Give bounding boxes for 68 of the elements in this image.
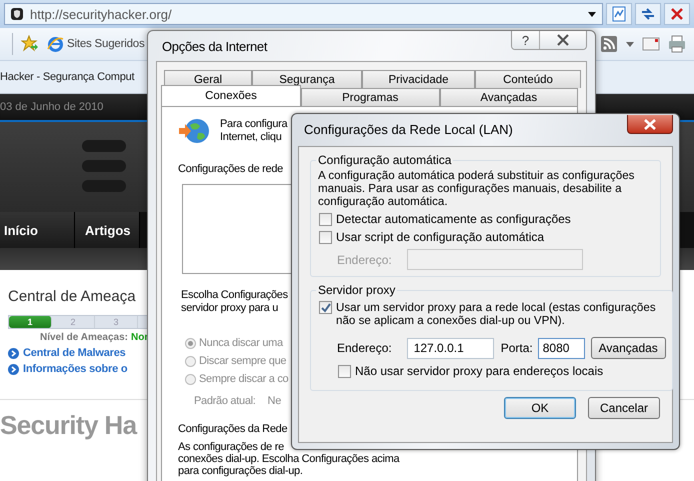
description-text: As configurações de re — [178, 441, 285, 453]
tab[interactable]: Privacidade — [362, 70, 475, 88]
browser-icon — [47, 36, 64, 52]
description-text: A configuração automática poderá substituir as configurações manuais. Para usar as configurações manuais, desabilite a configuração automática. — [318, 169, 636, 208]
close-icon[interactable] — [540, 31, 586, 49]
field-label: Endereço: — [337, 341, 392, 355]
site-link[interactable]: Informações sobre o — [8, 363, 128, 375]
site-heading: Security Ha — [0, 410, 136, 441]
tab[interactable]: Conteúdo — [475, 70, 581, 88]
tab[interactable]: Avançadas — [440, 88, 578, 106]
description-text: Internet, cliqu — [220, 131, 283, 144]
threat-level: 1 — [9, 316, 52, 328]
proxy-address-field[interactable]: 127.0.0.1 — [406, 338, 494, 358]
favorites-star-icon[interactable] — [21, 35, 39, 53]
bullet-arrow-icon — [8, 364, 19, 374]
field-label: Endereço: — [337, 252, 392, 266]
window-title: Configurações da Rede Local (LAN) — [304, 122, 513, 137]
tab-title[interactable]: Hacker - Segurança Comput — [0, 71, 134, 83]
nav-link[interactable]: Início — [0, 212, 75, 248]
bullet-arrow-icon — [8, 348, 19, 358]
threat-level: 3 — [95, 316, 138, 328]
logo-drawing — [82, 140, 126, 192]
group-title: Configuração automática — [317, 153, 452, 167]
checkbox-option[interactable]: Usar script de configuração automática — [319, 230, 654, 244]
caret-icon[interactable] — [588, 12, 596, 16]
feed-icon[interactable] — [600, 35, 618, 53]
refresh-icon[interactable] — [635, 3, 661, 25]
help-button[interactable]: ? — [512, 31, 540, 49]
printer-icon[interactable] — [668, 35, 686, 53]
favorite-link[interactable]: Sites Sugeridos — [47, 36, 145, 52]
checkbox-option[interactable]: Usar um servidor proxy para a rede local (estas configurações não se aplicam a conexões dial-up ou VPN). — [319, 301, 666, 327]
field-label: Porta: — [500, 341, 533, 355]
checkbox-option[interactable]: Detectar automaticamente as configurações — [319, 212, 654, 226]
description-text: Para configura — [220, 118, 288, 131]
stop-icon[interactable] — [664, 3, 690, 25]
shield-icon — [10, 7, 24, 21]
nav-link[interactable]: Artigos — [75, 212, 140, 248]
tab[interactable]: Programas — [301, 88, 440, 106]
threat-level: 2 — [52, 316, 95, 328]
tab[interactable]: Segurança — [252, 70, 362, 88]
port-field[interactable]: 8080 — [538, 338, 585, 358]
section-heading: Configurações de rede — [178, 163, 283, 175]
threat-level-value: Nor — [131, 332, 148, 343]
advanced-button[interactable]: Avançadas — [590, 337, 666, 359]
address-field[interactable]: http://securityhacker.org/ — [4, 3, 603, 25]
threat-level-label: Nível de Ameaças: — [40, 332, 128, 343]
site-link[interactable]: Central de Malwares — [8, 347, 126, 359]
close-button[interactable] — [627, 115, 673, 134]
close-icon — [643, 118, 657, 130]
url-text: http://securityhacker.org/ — [30, 6, 173, 22]
section-heading: Configurações da Rede — [178, 423, 288, 435]
checkmark-icon — [320, 302, 330, 312]
current-default-value: Ne — [268, 395, 282, 407]
tab[interactable]: Conexões — [161, 85, 301, 106]
description-text: conexões dial-up. Escolha Configurações acima — [178, 453, 400, 465]
globe-icon — [178, 117, 210, 145]
window-title: Opções da Internet — [162, 38, 268, 54]
current-default-label: Padrão atual: — [194, 395, 256, 407]
description-text: servidor proxy para u — [181, 302, 280, 315]
mail-icon[interactable] — [642, 37, 660, 51]
description-text: Escolha Configurações — [181, 289, 288, 302]
date-text: 03 de Junho de 2010 — [0, 101, 104, 113]
dialog-button[interactable]: Cancelar — [588, 397, 660, 419]
description-text: para configurações dial-up. — [178, 465, 304, 477]
checkbox-option[interactable]: Não usar servidor proxy para endereços locais — [338, 364, 666, 378]
threat-center-title: Central de Ameaça — [8, 288, 136, 305]
group-title: Servidor proxy — [317, 283, 396, 297]
dialog-button[interactable]: OK — [504, 397, 576, 419]
